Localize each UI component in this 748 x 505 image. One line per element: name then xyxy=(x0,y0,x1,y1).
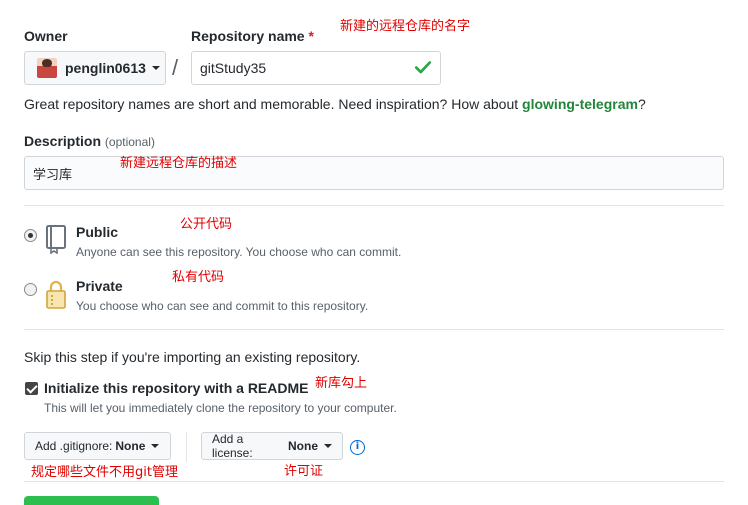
owner-label: Owner xyxy=(24,28,68,44)
chevron-down-icon xyxy=(151,66,160,70)
public-subtitle: Anyone can see this repository. You choo… xyxy=(76,245,402,259)
private-radio[interactable] xyxy=(24,283,37,296)
check-icon xyxy=(414,61,432,74)
lock-icon xyxy=(46,280,66,309)
owner-repo-separator: / xyxy=(172,55,179,80)
repo-icon xyxy=(46,225,66,254)
annotation-readme: 新库勾上 xyxy=(315,376,368,391)
readme-title: Initialize this repository with a README xyxy=(44,380,309,396)
chevron-down-icon xyxy=(324,444,332,448)
annotation-gitignore: 规定哪些文件不用git管理 xyxy=(31,465,178,480)
annotation-public: 公开代码 xyxy=(180,217,233,232)
annotation-repo-name: 新建的远程仓库的名字 xyxy=(340,19,471,34)
suggestion-link[interactable]: glowing-telegram xyxy=(522,96,638,112)
skip-note: Skip this step if you're importing an ex… xyxy=(24,349,361,365)
info-icon[interactable]: i xyxy=(350,440,365,455)
create-repository-button[interactable] xyxy=(24,496,159,505)
annotation-private: 私有代码 xyxy=(172,270,225,285)
repo-name-input[interactable] xyxy=(191,51,441,85)
divider xyxy=(24,481,724,482)
annotation-description: 新建远程仓库的描述 xyxy=(120,156,238,171)
divider xyxy=(24,329,724,330)
required-mark: * xyxy=(308,28,314,44)
optional-note: (optional) xyxy=(104,135,155,149)
description-label: Description (optional) xyxy=(24,133,155,149)
annotation-license: 许可证 xyxy=(284,464,324,479)
gitignore-select[interactable]: Add .gitignore: None xyxy=(24,432,171,460)
readme-checkbox[interactable] xyxy=(25,382,38,395)
chevron-down-icon xyxy=(151,444,160,448)
public-title: Public xyxy=(76,224,119,240)
private-subtitle: You choose who can see and commit to thi… xyxy=(76,299,369,313)
private-title: Private xyxy=(76,278,123,294)
readme-subtitle: This will let you immediately clone the … xyxy=(44,401,397,415)
repo-name-hint: Great repository names are short and mem… xyxy=(24,96,646,112)
license-select[interactable]: Add a license: None xyxy=(201,432,343,460)
repo-name-label: Repository name * xyxy=(191,28,314,44)
select-separator xyxy=(186,432,187,462)
owner-select[interactable]: penglin0613 xyxy=(24,51,166,85)
divider xyxy=(24,205,724,206)
public-radio[interactable] xyxy=(24,229,37,242)
avatar xyxy=(37,58,57,78)
owner-name: penglin0613 xyxy=(65,60,146,76)
